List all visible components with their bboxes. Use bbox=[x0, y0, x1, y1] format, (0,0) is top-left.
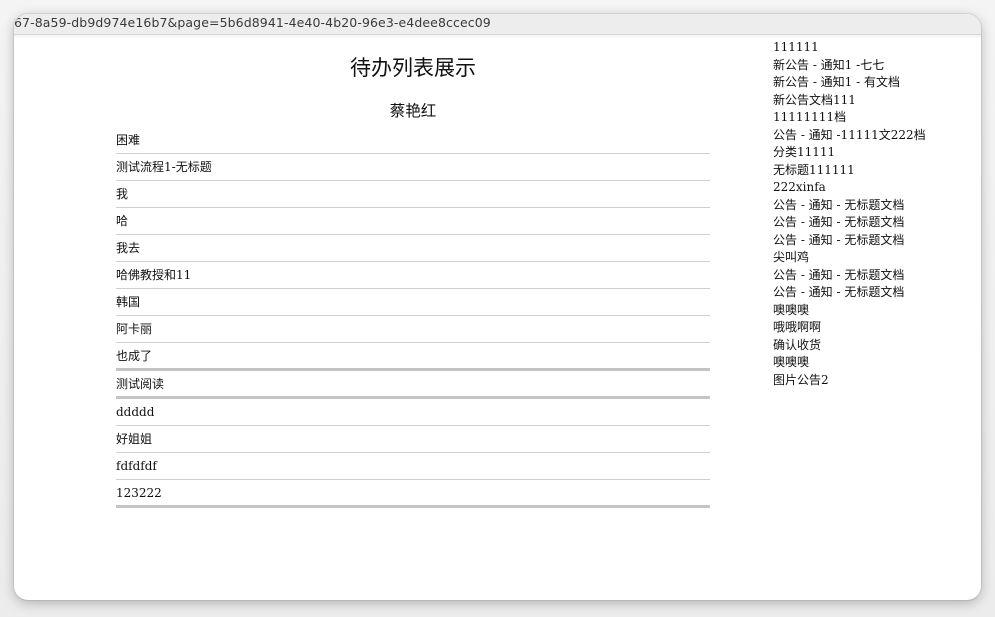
notice-item[interactable]: 尖叫鸡 bbox=[773, 249, 973, 267]
todo-item[interactable]: 123222 bbox=[116, 480, 710, 508]
notice-item[interactable]: 噢噢噢 bbox=[773, 302, 973, 320]
todo-item[interactable]: 阿卡丽 bbox=[116, 316, 710, 343]
notice-item[interactable]: 公告 - 通知 - 无标题文档 bbox=[773, 214, 973, 232]
todo-item[interactable]: fdfdfdf bbox=[116, 453, 710, 480]
todo-item[interactable]: 也成了 bbox=[116, 343, 710, 371]
page-title: 待办列表展示 bbox=[350, 56, 476, 80]
page-content: 待办列表展示 蔡艳红 困难 测试流程1-无标题 我 哈 我去 哈佛教授和11 韩… bbox=[14, 14, 981, 600]
user-name-heading: 蔡艳红 bbox=[389, 102, 437, 120]
todo-item[interactable]: 测试阅读 bbox=[116, 371, 710, 399]
todo-item[interactable]: 好姐姐 bbox=[116, 426, 710, 453]
notice-list: 111111 新公告 - 通知1 -七七 新公告 - 通知1 - 有文档 新公告… bbox=[773, 39, 973, 389]
notice-item[interactable]: 新公告 - 通知1 -七七 bbox=[773, 57, 973, 75]
todo-item[interactable]: 测试流程1-无标题 bbox=[116, 154, 710, 181]
notice-item[interactable]: 分类11111 bbox=[773, 144, 973, 162]
notice-item[interactable]: 222xinfa bbox=[773, 179, 973, 197]
notice-item[interactable]: 新公告文档111 bbox=[773, 92, 973, 110]
notice-item[interactable]: 哦哦啊啊 bbox=[773, 319, 973, 337]
todo-item[interactable]: ddddd bbox=[116, 399, 710, 426]
notice-item[interactable]: 噢噢噢 bbox=[773, 354, 973, 372]
notice-item[interactable]: 新公告 - 通知1 - 有文档 bbox=[773, 74, 973, 92]
notice-item[interactable]: 公告 - 通知 - 无标题文档 bbox=[773, 284, 973, 302]
todo-item[interactable]: 哈 bbox=[116, 208, 710, 235]
notice-item[interactable]: 111111 bbox=[773, 39, 973, 57]
notice-item[interactable]: 公告 - 通知 - 无标题文档 bbox=[773, 267, 973, 285]
todo-item[interactable]: 韩国 bbox=[116, 289, 710, 316]
notice-item[interactable]: 11111111档 bbox=[773, 109, 973, 127]
browser-window: 67-8a59-db9d974e16b7&page=5b6d8941-4e40-… bbox=[14, 14, 981, 600]
notice-item[interactable]: 无标题111111 bbox=[773, 162, 973, 180]
notice-item[interactable]: 公告 - 通知 - 无标题文档 bbox=[773, 232, 973, 250]
todo-item[interactable]: 我去 bbox=[116, 235, 710, 262]
todo-item[interactable]: 我 bbox=[116, 181, 710, 208]
notice-item[interactable]: 图片公告2 bbox=[773, 372, 973, 390]
todo-item[interactable]: 困难 bbox=[116, 127, 710, 154]
todo-list: 困难 测试流程1-无标题 我 哈 我去 哈佛教授和11 韩国 阿卡丽 也成了 测… bbox=[116, 127, 710, 508]
notice-item[interactable]: 确认收货 bbox=[773, 337, 973, 355]
notice-item[interactable]: 公告 - 通知 - 无标题文档 bbox=[773, 197, 973, 215]
notice-item[interactable]: 公告 - 通知 -11111文222档 bbox=[773, 127, 973, 145]
todo-item[interactable]: 哈佛教授和11 bbox=[116, 262, 710, 289]
